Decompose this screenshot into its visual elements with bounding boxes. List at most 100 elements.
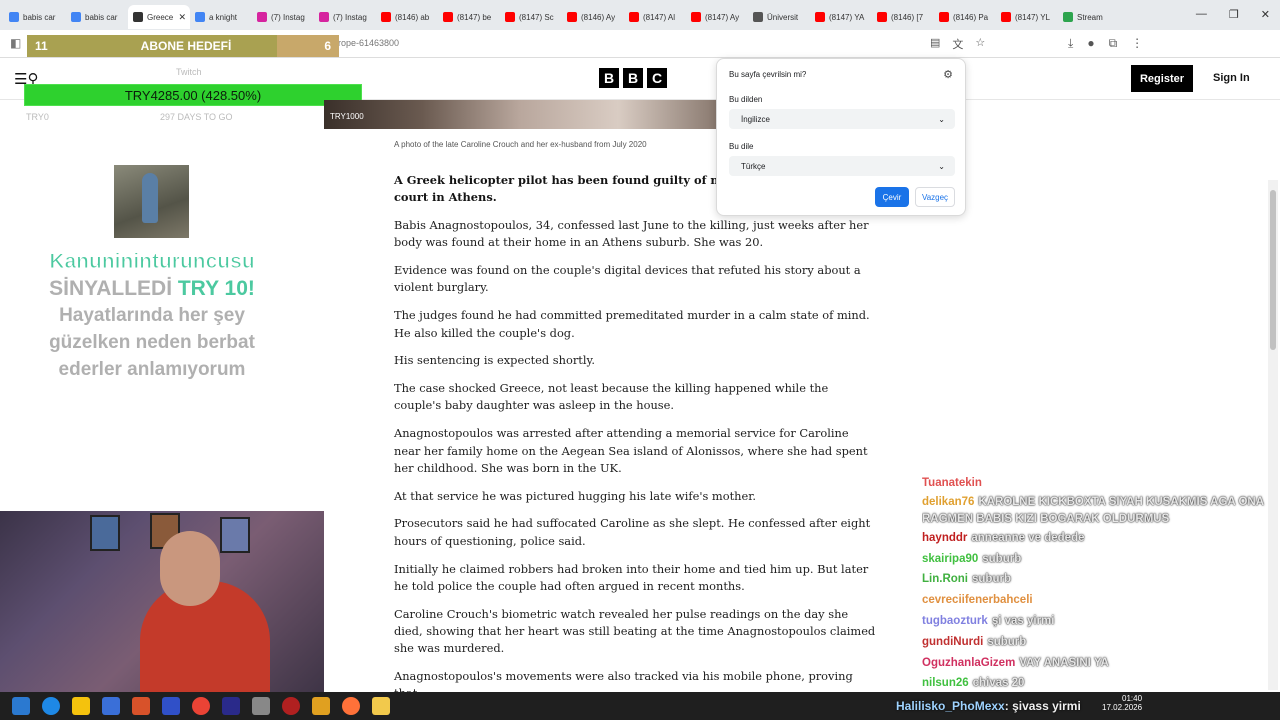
- webcam-feed: [0, 511, 324, 692]
- system-clock[interactable]: 01:40 17.02.2026: [1102, 694, 1142, 712]
- sign-in-link[interactable]: Sign In: [1213, 72, 1250, 84]
- browser-tab[interactable]: Stream: [1058, 5, 1120, 29]
- tab-label: a knight: [209, 12, 238, 22]
- windows-start-icon[interactable]: [12, 697, 30, 715]
- browser-tab[interactable]: babis car: [66, 5, 128, 29]
- donation-max-label: TRY1000: [330, 112, 364, 121]
- logo-letter: B: [599, 68, 619, 88]
- article-paragraph: At that service he was pictured hugging …: [394, 488, 757, 503]
- premiere-icon[interactable]: [222, 697, 240, 715]
- chat-text: VAY ANASINI YA: [1019, 656, 1109, 669]
- browser-tab[interactable]: (8147) YL: [996, 5, 1058, 29]
- gear-icon[interactable]: ⚙: [943, 68, 953, 81]
- tab-favicon-icon: [1063, 12, 1073, 22]
- scrollbar-thumb[interactable]: [1270, 190, 1276, 350]
- from-language-select[interactable]: İngilizce ⌄: [729, 109, 955, 129]
- firefox-icon[interactable]: [342, 697, 360, 715]
- minimize-icon[interactable]: —: [1196, 8, 1207, 21]
- browser-tab[interactable]: (7) Instag: [252, 5, 314, 29]
- logo-letter: C: [647, 68, 667, 88]
- browser-tab[interactable]: Greece ✕: [128, 5, 190, 29]
- extensions-icon[interactable]: ⧉: [1109, 36, 1118, 51]
- donation-amount: TRY 10!: [177, 277, 255, 300]
- browser-tab[interactable]: (8146) Ay: [562, 5, 624, 29]
- translate-icon[interactable]: 文: [952, 36, 963, 52]
- browser-tab[interactable]: (8147) YA: [810, 5, 872, 29]
- browser-tab[interactable]: (8147) Sc: [500, 5, 562, 29]
- browser-tab[interactable]: (8147) Al: [624, 5, 686, 29]
- article-paragraph: His sentencing is expected shortly.: [394, 353, 596, 368]
- tab-favicon-icon: [133, 12, 143, 22]
- chat-username[interactable]: OguzhanlaGizem: [922, 657, 1015, 669]
- chat-username[interactable]: Lin.Roni: [922, 573, 968, 585]
- tab-favicon-icon: [1001, 12, 1011, 22]
- register-button[interactable]: Register: [1131, 65, 1193, 92]
- menu-dots-icon[interactable]: ⋮: [1131, 36, 1143, 51]
- reader-mode-icon[interactable]: ▤: [930, 36, 940, 52]
- tab-label: (8147) be: [457, 12, 492, 22]
- tab-close-icon[interactable]: ✕: [178, 12, 186, 23]
- tab-label: (8147) YL: [1015, 12, 1050, 22]
- bbc-logo[interactable]: B B C: [599, 68, 667, 88]
- browser-tab[interactable]: (8146) ab: [376, 5, 438, 29]
- browser-tab[interactable]: babis car: [4, 5, 66, 29]
- from-language-value: İngilizce: [741, 114, 770, 124]
- app-icon[interactable]: [372, 697, 390, 715]
- tab-favicon-icon: [753, 12, 763, 22]
- edge-icon[interactable]: [42, 697, 60, 715]
- translate-button[interactable]: Çevir: [875, 187, 909, 207]
- bookmark-star-icon[interactable]: ☆: [975, 36, 985, 52]
- close-window-icon[interactable]: ✕: [1261, 8, 1270, 21]
- browser-tab[interactable]: (8147) Ay: [686, 5, 748, 29]
- chat-message: Lin.Roni suburb: [922, 569, 1272, 590]
- app-icon[interactable]: [162, 697, 180, 715]
- chat-username[interactable]: nilsun26: [922, 677, 969, 689]
- tab-favicon-icon: [381, 12, 391, 22]
- chat-username[interactable]: Tuanatekin: [922, 477, 982, 489]
- chat-message: tugbaozturk şi vas yirmi: [922, 611, 1272, 632]
- article-paragraph: Babis Anagnostopoulos, 34, confessed las…: [394, 218, 869, 250]
- browser-tab[interactable]: Üniversit: [748, 5, 810, 29]
- chat-text: suburb: [972, 573, 1011, 586]
- article-paragraph: Prosecutors said he had suffocated Carol…: [394, 516, 871, 548]
- cancel-button[interactable]: Vazgeç: [915, 187, 955, 207]
- profile-icon[interactable]: ●: [1087, 36, 1094, 51]
- browser-tab[interactable]: a knight: [190, 5, 252, 29]
- tab-label: Üniversit: [767, 12, 799, 22]
- obs-icon[interactable]: [282, 697, 300, 715]
- tab-favicon-icon: [877, 12, 887, 22]
- translate-popup: Bu sayfa çevrilsin mi? ⚙ Bu dilden İngil…: [716, 58, 966, 216]
- chat-username[interactable]: skairipa90: [922, 553, 978, 565]
- page-scrollbar[interactable]: [1268, 180, 1278, 690]
- maximize-icon[interactable]: ❐: [1229, 8, 1239, 21]
- browser-tab[interactable]: (7) Instag: [314, 5, 376, 29]
- article-paragraph: Initially he claimed robbers had broken …: [394, 561, 869, 593]
- app-icon[interactable]: [102, 697, 120, 715]
- chat-username[interactable]: gundiNurdi: [922, 636, 983, 648]
- app-icon[interactable]: [132, 697, 150, 715]
- chrome-icon[interactable]: [192, 697, 210, 715]
- app-icon[interactable]: [252, 697, 270, 715]
- chat-username[interactable]: delikan76: [922, 496, 974, 508]
- browser-tab[interactable]: (8146) [7: [872, 5, 934, 29]
- chat-username[interactable]: cevreciifenerbahceli: [922, 594, 1033, 606]
- url-text[interactable]: rope-61463800: [338, 38, 399, 48]
- article-paragraph: The judges found he had committed premed…: [394, 308, 870, 340]
- sidebar-toggle-icon[interactable]: ◧: [10, 36, 21, 50]
- to-language-select[interactable]: Türkçe ⌄: [729, 156, 955, 176]
- browser-tab[interactable]: (8147) be: [438, 5, 500, 29]
- windows-taskbar: [0, 692, 1280, 720]
- chat-username[interactable]: tugbaozturk: [922, 615, 988, 627]
- download-icon[interactable]: ⤓: [1068, 36, 1073, 51]
- browser-tab[interactable]: (8146) Pa: [934, 5, 996, 29]
- donation-message-line: güzelken neden berbat: [49, 332, 255, 353]
- tab-label: Stream: [1077, 12, 1103, 22]
- folder-icon[interactable]: [312, 697, 330, 715]
- tab-label: babis car: [85, 12, 118, 22]
- wall-poster: [90, 515, 120, 551]
- article-body: A Greek helicopter pilot has been found …: [394, 172, 876, 713]
- chevron-down-icon: ⌄: [938, 114, 945, 124]
- chat-text: suburb: [982, 552, 1022, 565]
- chat-username[interactable]: haynddr: [922, 532, 967, 544]
- file-explorer-icon[interactable]: [72, 697, 90, 715]
